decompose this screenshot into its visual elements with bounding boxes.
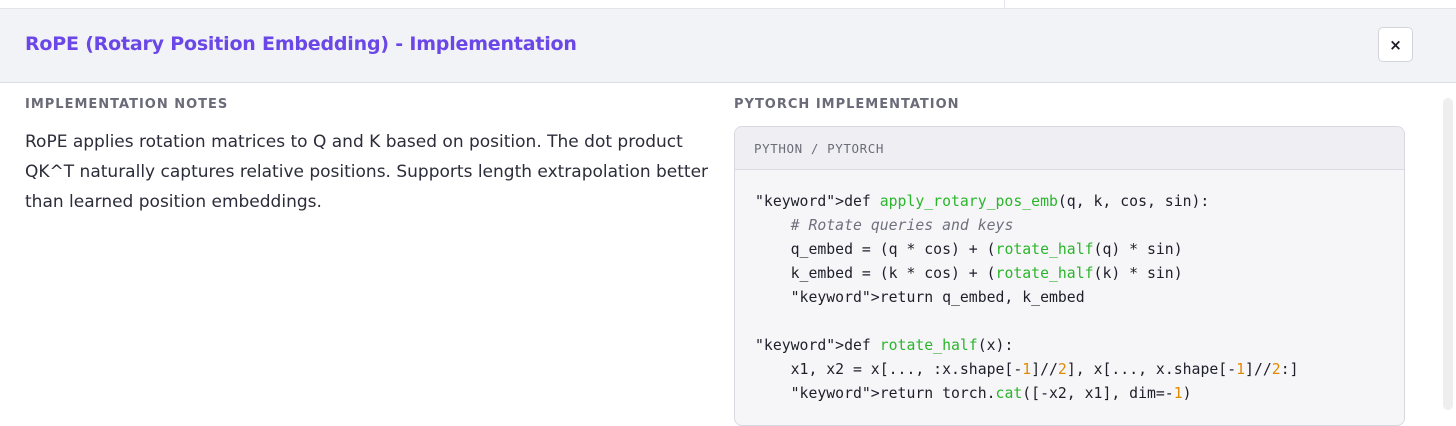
code-line: q_embed = (q * cos) + (rotate_half(q) * … (755, 238, 1404, 262)
modal-title: RoPE (Rotary Position Embedding) - Imple… (25, 33, 577, 55)
code-line: "keyword">def apply_rotary_pos_emb(q, k,… (755, 190, 1404, 214)
code-token: (x): (977, 337, 1014, 354)
code-number-token: 2 (1057, 361, 1067, 378)
implementation-notes-text: RoPE applies rotation matrices to Q and … (25, 132, 709, 212)
code-token: q_embed = (q * cos) + ( (755, 241, 996, 258)
code-function-token: rotate_half (879, 337, 978, 354)
code-function-token: apply_rotary_pos_emb (879, 193, 1058, 210)
code-block: PYTHON / PYTORCH "keyword">def apply_rot… (734, 126, 1405, 426)
code-line: # Rotate queries and keys (755, 214, 1404, 238)
code-function-token: rotate_half (995, 265, 1094, 282)
code-line: "keyword">return torch.cat([-x2, x1], di… (755, 382, 1404, 406)
code-token: "keyword">def (755, 193, 880, 210)
close-button[interactable]: × (1378, 27, 1413, 62)
code-token: ], x[..., x.shape[- (1066, 361, 1237, 378)
code-token: "keyword">def (755, 337, 880, 354)
implementation-notes-label: IMPLEMENTATION NOTES (25, 97, 229, 112)
code-token: ]// (1031, 361, 1058, 378)
close-icon: × (1389, 35, 1402, 54)
background-page-strip (0, 0, 1456, 9)
pytorch-implementation-label: PYTORCH IMPLEMENTATION (734, 97, 960, 112)
code-line: "keyword">return q_embed, k_embed (755, 286, 1404, 310)
code-language-label: PYTHON / PYTORCH (735, 127, 1404, 170)
code-token: :] (1280, 361, 1299, 378)
modal-header: RoPE (Rotary Position Embedding) - Imple… (0, 9, 1456, 83)
code-function-token: cat (995, 385, 1023, 402)
code-number-token: 1 (1173, 385, 1183, 402)
code-line: k_embed = (k * cos) + (rotate_half(k) * … (755, 262, 1404, 286)
code-token: ([-x2, x1], dim=- (1022, 385, 1174, 402)
code-token: (k) * sin) (1093, 265, 1183, 282)
code-number-token: 1 (1236, 361, 1246, 378)
code-token: "keyword">return torch. (755, 385, 996, 402)
code-token: ]// (1245, 361, 1272, 378)
background-divider (1004, 0, 1005, 8)
code-function-token: rotate_half (995, 241, 1094, 258)
code-token: k_embed = (k * cos) + ( (755, 265, 996, 282)
code-comment-token: # Rotate queries and keys (790, 217, 1014, 234)
code-number-token: 1 (1022, 361, 1032, 378)
code-line: "keyword">def rotate_half(x): (755, 334, 1404, 358)
modal-scrollbar[interactable] (1443, 98, 1453, 410)
code-line: x1, x2 = x[..., :x.shape[-1]//2], x[...,… (755, 358, 1404, 382)
code-content[interactable]: "keyword">def apply_rotary_pos_emb(q, k,… (735, 170, 1404, 406)
code-number-token: 2 (1271, 361, 1281, 378)
code-token: x1, x2 = x[..., :x.shape[- (755, 361, 1023, 378)
code-token: (q) * sin) (1093, 241, 1183, 258)
code-token: "keyword">return q_embed, k_embed (755, 289, 1085, 306)
code-token: ) (1182, 385, 1192, 402)
code-token: (q, k, cos, sin): (1057, 193, 1210, 210)
